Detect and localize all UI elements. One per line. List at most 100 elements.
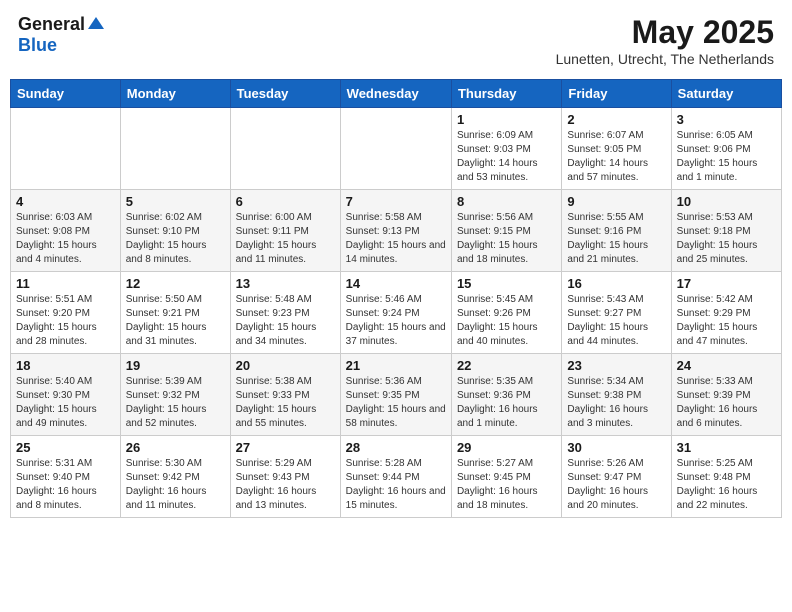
day-info: Sunrise: 5:34 AM Sunset: 9:38 PM Dayligh… — [567, 375, 665, 431]
calendar-cell: 28 Sunrise: 5:28 AM Sunset: 9:44 PM Dayli… — [340, 436, 451, 518]
day-info: Sunrise: 5:33 AM Sunset: 9:39 PM Dayligh… — [677, 375, 776, 431]
day-number: 17 — [677, 276, 776, 291]
day-number: 15 — [457, 276, 556, 291]
day-info: Sunrise: 5:40 AM Sunset: 9:30 PM Dayligh… — [16, 375, 115, 431]
calendar-cell: 9 Sunrise: 5:55 AM Sunset: 9:16 PM Daylig… — [562, 190, 671, 272]
calendar-cell — [230, 108, 340, 190]
calendar-cell: 18 Sunrise: 5:40 AM Sunset: 9:30 PM Dayli… — [11, 354, 121, 436]
day-info: Sunrise: 5:45 AM Sunset: 9:26 PM Dayligh… — [457, 293, 556, 349]
calendar-cell: 16 Sunrise: 5:43 AM Sunset: 9:27 PM Dayli… — [562, 272, 671, 354]
day-number: 23 — [567, 358, 665, 373]
week-row-4: 18 Sunrise: 5:40 AM Sunset: 9:30 PM Dayli… — [11, 354, 782, 436]
weekday-header-monday: Monday — [120, 80, 230, 108]
calendar-cell: 20Sunrise: 5:38 AM Sunset: 9:33 PM Dayli… — [230, 354, 340, 436]
day-number: 1 — [457, 112, 556, 127]
calendar-cell: 13 Sunrise: 5:48 AM Sunset: 9:23 PM Dayli… — [230, 272, 340, 354]
day-number: 29 — [457, 440, 556, 455]
week-row-5: 25 Sunrise: 5:31 AM Sunset: 9:40 PM Dayli… — [11, 436, 782, 518]
day-number: 31 — [677, 440, 776, 455]
calendar-cell: 7Sunrise: 5:58 AM Sunset: 9:13 PM Daylig… — [340, 190, 451, 272]
logo-triangle-icon — [88, 15, 104, 36]
calendar-cell: 2Sunrise: 6:07 AM Sunset: 9:05 PM Daylig… — [562, 108, 671, 190]
logo-blue-text: Blue — [18, 35, 57, 55]
week-row-3: 11Sunrise: 5:51 AM Sunset: 9:20 PM Dayli… — [11, 272, 782, 354]
week-row-1: 1 Sunrise: 6:09 AM Sunset: 9:03 PM Daylig… — [11, 108, 782, 190]
day-info: Sunrise: 5:36 AM Sunset: 9:35 PM Dayligh… — [346, 375, 446, 431]
month-title: May 2025 — [556, 14, 774, 51]
day-number: 28 — [346, 440, 446, 455]
day-number: 14 — [346, 276, 446, 291]
day-info: Sunrise: 5:43 AM Sunset: 9:27 PM Dayligh… — [567, 293, 665, 349]
calendar-cell: 1 Sunrise: 6:09 AM Sunset: 9:03 PM Daylig… — [451, 108, 561, 190]
calendar-cell: 15 Sunrise: 5:45 AM Sunset: 9:26 PM Dayli… — [451, 272, 561, 354]
calendar-cell: 26Sunrise: 5:30 AM Sunset: 9:42 PM Dayli… — [120, 436, 230, 518]
day-info: Sunrise: 6:09 AM Sunset: 9:03 PM Dayligh… — [457, 129, 556, 185]
calendar-cell: 11Sunrise: 5:51 AM Sunset: 9:20 PM Dayli… — [11, 272, 121, 354]
calendar-cell: 12Sunrise: 5:50 AM Sunset: 9:21 PM Dayli… — [120, 272, 230, 354]
day-info: Sunrise: 5:53 AM Sunset: 9:18 PM Dayligh… — [677, 211, 776, 267]
day-number: 18 — [16, 358, 115, 373]
calendar-cell: 24 Sunrise: 5:33 AM Sunset: 9:39 PM Dayli… — [671, 354, 781, 436]
weekday-header-thursday: Thursday — [451, 80, 561, 108]
day-info: Sunrise: 6:00 AM Sunset: 9:11 PM Dayligh… — [236, 211, 335, 267]
calendar-cell: 21Sunrise: 5:36 AM Sunset: 9:35 PM Dayli… — [340, 354, 451, 436]
day-number: 20 — [236, 358, 335, 373]
day-info: Sunrise: 5:28 AM Sunset: 9:44 PM Dayligh… — [346, 457, 446, 513]
day-info: Sunrise: 6:03 AM Sunset: 9:08 PM Dayligh… — [16, 211, 115, 267]
calendar-cell: 10 Sunrise: 5:53 AM Sunset: 9:18 PM Dayli… — [671, 190, 781, 272]
day-number: 24 — [677, 358, 776, 373]
calendar-cell: 30Sunrise: 5:26 AM Sunset: 9:47 PM Dayli… — [562, 436, 671, 518]
logo: General Blue — [18, 14, 104, 56]
calendar-cell: 5 Sunrise: 6:02 AM Sunset: 9:10 PM Daylig… — [120, 190, 230, 272]
day-number: 9 — [567, 194, 665, 209]
weekday-header-saturday: Saturday — [671, 80, 781, 108]
day-number: 19 — [126, 358, 225, 373]
weekday-header-sunday: Sunday — [11, 80, 121, 108]
day-number: 27 — [236, 440, 335, 455]
calendar-cell: 23 Sunrise: 5:34 AM Sunset: 9:38 PM Dayli… — [562, 354, 671, 436]
location: Lunetten, Utrecht, The Netherlands — [556, 51, 774, 67]
day-number: 8 — [457, 194, 556, 209]
day-info: Sunrise: 5:56 AM Sunset: 9:15 PM Dayligh… — [457, 211, 556, 267]
day-number: 13 — [236, 276, 335, 291]
day-number: 11 — [16, 276, 115, 291]
title-section: May 2025 Lunetten, Utrecht, The Netherla… — [556, 14, 774, 67]
day-info: Sunrise: 5:31 AM Sunset: 9:40 PM Dayligh… — [16, 457, 115, 513]
calendar-cell — [11, 108, 121, 190]
week-row-2: 4 Sunrise: 6:03 AM Sunset: 9:08 PM Daylig… — [11, 190, 782, 272]
calendar-cell: 22Sunrise: 5:35 AM Sunset: 9:36 PM Dayli… — [451, 354, 561, 436]
calendar-cell: 17 Sunrise: 5:42 AM Sunset: 9:29 PM Dayli… — [671, 272, 781, 354]
day-info: Sunrise: 5:50 AM Sunset: 9:21 PM Dayligh… — [126, 293, 225, 349]
day-number: 3 — [677, 112, 776, 127]
day-number: 16 — [567, 276, 665, 291]
day-info: Sunrise: 5:58 AM Sunset: 9:13 PM Dayligh… — [346, 211, 446, 267]
day-info: Sunrise: 5:29 AM Sunset: 9:43 PM Dayligh… — [236, 457, 335, 513]
calendar-cell: 6 Sunrise: 6:00 AM Sunset: 9:11 PM Daylig… — [230, 190, 340, 272]
calendar-cell: 31Sunrise: 5:25 AM Sunset: 9:48 PM Dayli… — [671, 436, 781, 518]
calendar-cell: 3Sunrise: 6:05 AM Sunset: 9:06 PM Daylig… — [671, 108, 781, 190]
weekday-header-friday: Friday — [562, 80, 671, 108]
day-number: 10 — [677, 194, 776, 209]
day-number: 5 — [126, 194, 225, 209]
day-number: 4 — [16, 194, 115, 209]
day-info: Sunrise: 5:46 AM Sunset: 9:24 PM Dayligh… — [346, 293, 446, 349]
day-number: 30 — [567, 440, 665, 455]
calendar-cell — [340, 108, 451, 190]
day-info: Sunrise: 5:27 AM Sunset: 9:45 PM Dayligh… — [457, 457, 556, 513]
logo-general-text: General — [18, 14, 85, 35]
day-number: 6 — [236, 194, 335, 209]
day-info: Sunrise: 5:35 AM Sunset: 9:36 PM Dayligh… — [457, 375, 556, 431]
calendar-cell: 19Sunrise: 5:39 AM Sunset: 9:32 PM Dayli… — [120, 354, 230, 436]
day-info: Sunrise: 6:02 AM Sunset: 9:10 PM Dayligh… — [126, 211, 225, 267]
calendar-cell: 4 Sunrise: 6:03 AM Sunset: 9:08 PM Daylig… — [11, 190, 121, 272]
calendar-cell — [120, 108, 230, 190]
day-info: Sunrise: 5:48 AM Sunset: 9:23 PM Dayligh… — [236, 293, 335, 349]
weekday-header-row: SundayMondayTuesdayWednesdayThursdayFrid… — [11, 80, 782, 108]
day-info: Sunrise: 5:42 AM Sunset: 9:29 PM Dayligh… — [677, 293, 776, 349]
day-info: Sunrise: 5:55 AM Sunset: 9:16 PM Dayligh… — [567, 211, 665, 267]
day-info: Sunrise: 5:30 AM Sunset: 9:42 PM Dayligh… — [126, 457, 225, 513]
day-number: 25 — [16, 440, 115, 455]
calendar-cell: 29 Sunrise: 5:27 AM Sunset: 9:45 PM Dayli… — [451, 436, 561, 518]
day-number: 2 — [567, 112, 665, 127]
weekday-header-wednesday: Wednesday — [340, 80, 451, 108]
